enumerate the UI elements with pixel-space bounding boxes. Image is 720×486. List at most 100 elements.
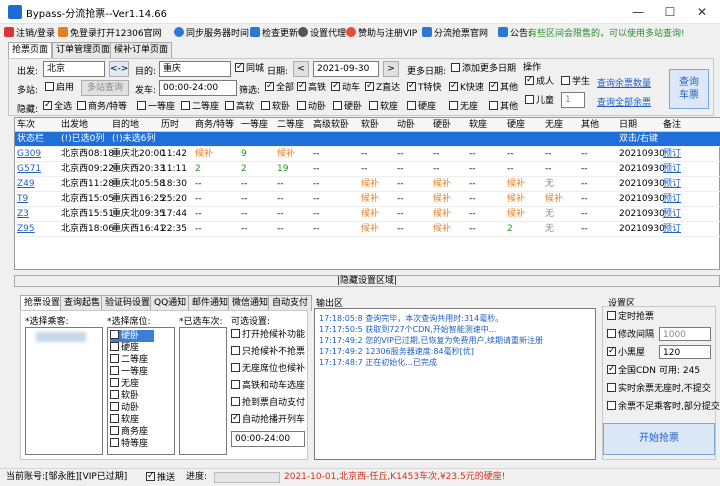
to-input[interactable]: 重庆 [159, 61, 231, 77]
filter-z[interactable]: Z直达 [365, 80, 400, 94]
seat-option[interactable]: 商务座 [110, 426, 148, 438]
setting-checkbox[interactable]: 小黑屋 [607, 345, 645, 359]
date-input[interactable]: 2021-09-30 [313, 61, 379, 77]
tab-mail[interactable]: 邮件通知 [188, 295, 233, 311]
seat-option[interactable]: 动卧 [110, 402, 139, 414]
book-link[interactable]: 预订 [663, 147, 681, 161]
train-number-cell[interactable]: Z95 [17, 222, 35, 236]
seat-option[interactable]: 软座 [110, 414, 139, 426]
hide-other[interactable]: 其他 [489, 101, 518, 113]
train-number-cell[interactable]: Z3 [17, 207, 29, 221]
book-link[interactable]: 预订 [663, 162, 681, 176]
filter-t[interactable]: T特快 [407, 80, 442, 94]
filter-gaotie[interactable]: 高铁 [297, 80, 326, 94]
setting-checkbox[interactable]: 全国CDN [607, 363, 656, 377]
prev-date-button[interactable]: < [293, 61, 309, 77]
book-link[interactable]: 预订 [663, 192, 681, 206]
tab-autopay[interactable]: 自动支付 [268, 295, 313, 311]
option-checkbox[interactable]: 打开抢候补功能 [231, 329, 305, 341]
seat-option[interactable]: 软卧 [110, 390, 139, 402]
swap-button[interactable]: <-> [109, 61, 129, 77]
tab-grab[interactable]: 抢票页面 [8, 42, 53, 59]
tab-waitlist[interactable]: 候补订单页面 [110, 42, 173, 58]
book-link[interactable]: 预订 [663, 222, 681, 236]
tab-captcha[interactable]: 验证码设置 [101, 295, 155, 311]
search-tickets-button[interactable]: 查询 车票 [669, 69, 709, 109]
setting-value[interactable]: 120 [659, 345, 711, 359]
seat-list[interactable]: 硬卧硬座二等座一等座无座软卧动卧软座商务座特等座 [107, 327, 175, 455]
start-grab-button[interactable]: 开始抢票 [603, 423, 715, 455]
push-checkbox[interactable]: 推送 [146, 470, 175, 484]
check-update-button[interactable]: 检查更新 [250, 26, 298, 42]
tab-sale-query[interactable]: 查询起售 [60, 295, 105, 311]
setting-checkbox[interactable]: 实时余票无座时,不提交 [607, 383, 711, 395]
hide-business[interactable]: 商务/特等 [77, 101, 127, 113]
hide-soft-high[interactable]: 高软 [225, 101, 254, 113]
tab-wechat[interactable]: 微信通知 [228, 295, 273, 311]
option-checkbox[interactable]: 自动抢播开列车 [231, 412, 305, 426]
hide-settings-bar[interactable]: |隐藏设置区域| [14, 275, 720, 287]
book-link[interactable]: 预订 [663, 177, 681, 191]
setting-checkbox[interactable]: 余票不足乘客时,部分提交 [607, 401, 720, 413]
tab-qq[interactable]: QQ通知 [150, 295, 191, 311]
table-row[interactable]: G571 北京西09:22 重庆西20:33 11:11 2 2 19 -- -- -- -- -- -… [15, 162, 720, 177]
logout-button[interactable]: 注销/登录 [4, 26, 55, 42]
proxy-button[interactable]: 设置代理 [298, 26, 346, 42]
same-city-checkbox[interactable]: 同城 [235, 61, 264, 75]
book-link[interactable]: 预订 [663, 207, 681, 221]
tab-orders[interactable]: 订单管理页面 [52, 42, 115, 58]
option-checkbox[interactable]: 抢到票自动支付 [231, 397, 305, 409]
table-row[interactable]: T9 北京西15:05 重庆西16:25 25:20 -- -- -- -- 候补 -- 候补 -- 候… [15, 192, 720, 207]
setting-value[interactable]: 1000 [659, 327, 711, 341]
filter-other[interactable]: 其他 [489, 80, 518, 94]
seat-option[interactable]: 一等座 [110, 366, 148, 378]
add-more-dates-checkbox[interactable]: 添加更多日期 [451, 63, 516, 75]
table-row[interactable]: Z95 北京西18:06 重庆西16:41 22:35 -- -- -- -- 候补 -- 候补 --… [15, 222, 720, 237]
query-all-link[interactable]: 查询全部余票 [597, 95, 651, 108]
table-row[interactable]: Z49 北京西11:28 重庆北05:58 18:30 -- -- -- -- 候补 -- 候补 --… [15, 177, 720, 192]
hide-all[interactable]: 全选 [43, 99, 72, 113]
seat-option[interactable]: 无座 [110, 378, 139, 390]
option-checkbox[interactable]: 高铁和动车选座 [231, 380, 305, 392]
table-row[interactable]: G309 北京西08:18 重庆北20:00 11:42 候补 9 候补 -- -- -- -- --… [15, 147, 720, 162]
option-time-select[interactable]: 00:00-24:00 [231, 431, 305, 447]
close-button[interactable]: ✕ [688, 2, 716, 22]
child-count-stepper[interactable]: 1 [561, 92, 585, 108]
hide-first[interactable]: 一等座 [137, 101, 175, 113]
hide-no-seat[interactable]: 无座 [449, 101, 478, 113]
sync-time-button[interactable]: 同步服务器时间 [174, 26, 249, 42]
multi-enable-checkbox[interactable]: 启用 [45, 82, 74, 94]
minimize-button[interactable]: — [624, 2, 652, 22]
filter-all[interactable]: 全部 [265, 80, 294, 94]
hide-soft-seat[interactable]: 软座 [369, 101, 398, 113]
multi-query-button[interactable]: 多站查询 [81, 80, 129, 96]
table-row[interactable]: Z3 北京西15:51 重庆北09:35 17:44 -- -- -- -- 候补 -- 候补 -- 候… [15, 207, 720, 222]
passenger-list[interactable] [25, 327, 103, 455]
seat-option[interactable]: 硬座 [110, 342, 139, 354]
child-checkbox[interactable]: 儿童 [525, 95, 554, 107]
official-site-button[interactable]: 分流抢票官网 [422, 26, 488, 42]
train-number-cell[interactable]: 状态栏 [17, 132, 44, 146]
depart-time-select[interactable]: 00:00-24:00 [159, 80, 237, 96]
seat-option[interactable]: 硬卧 [110, 328, 154, 342]
maximize-button[interactable]: ☐ [656, 2, 684, 22]
option-checkbox[interactable]: 无座席位也候补 [231, 363, 305, 375]
hide-hard-sleeper[interactable]: 硬卧 [333, 101, 362, 113]
seat-option[interactable]: 二等座 [110, 354, 148, 366]
student-checkbox[interactable]: 学生 [561, 76, 590, 88]
hide-soft-sleeper[interactable]: 软卧 [261, 101, 290, 113]
train-number-cell[interactable]: Z49 [17, 177, 35, 191]
setting-checkbox[interactable]: 修改间隔 [607, 329, 654, 341]
next-date-button[interactable]: > [383, 61, 399, 77]
query-count-link[interactable]: 查询余票数量 [597, 76, 651, 89]
open-12306-button[interactable]: 免登录打开12306官网 [58, 26, 162, 42]
hide-hard-seat[interactable]: 硬座 [407, 101, 436, 113]
option-checkbox[interactable]: 只抢候补不抢票 [231, 346, 305, 358]
filter-dongche[interactable]: 动车 [331, 80, 360, 94]
filter-k[interactable]: K快速 [449, 80, 484, 94]
train-number-cell[interactable]: G309 [17, 147, 41, 161]
sponsor-button[interactable]: 赞助与注册VIP [346, 26, 417, 42]
hide-second[interactable]: 二等座 [181, 101, 219, 113]
adult-checkbox[interactable]: 成人 [525, 74, 554, 88]
seat-option[interactable]: 特等座 [110, 438, 148, 450]
